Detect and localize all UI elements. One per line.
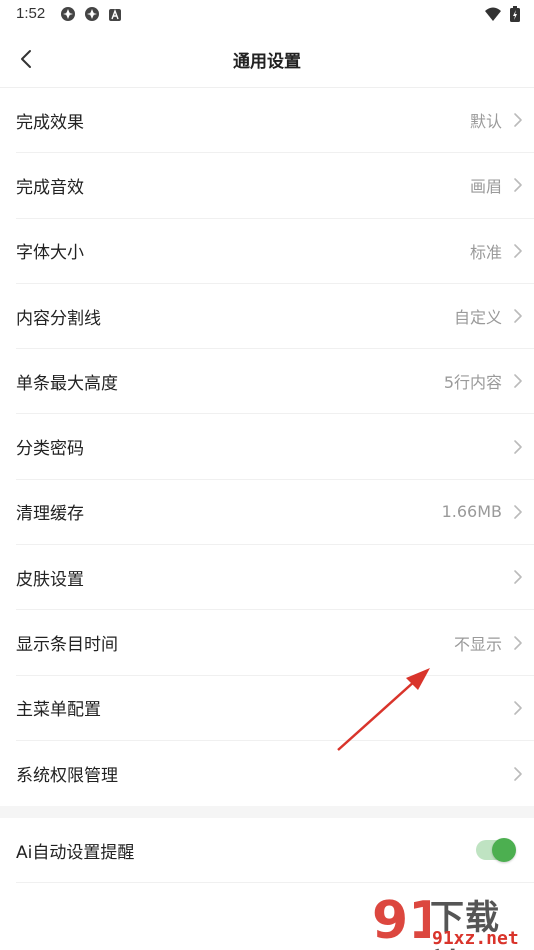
page-title: 通用设置 bbox=[233, 52, 301, 72]
toggle-knob bbox=[492, 838, 516, 862]
setting-label: Ai自动设置提醒 bbox=[16, 842, 135, 863]
chevron-right-icon bbox=[514, 374, 522, 389]
setting-row-system-permissions[interactable]: 系统权限管理 bbox=[16, 741, 534, 806]
battery-charging-icon bbox=[510, 6, 520, 26]
ai-reminder-toggle[interactable] bbox=[476, 838, 516, 862]
setting-value: 5行内容 bbox=[443, 373, 502, 393]
setting-label: 完成音效 bbox=[16, 177, 84, 198]
chevron-right-icon bbox=[514, 178, 522, 193]
setting-label: 完成效果 bbox=[16, 112, 84, 133]
chevron-right-icon bbox=[514, 701, 522, 715]
setting-value: 自定义 bbox=[453, 308, 502, 328]
app-bar: 通用设置 bbox=[0, 30, 534, 88]
setting-row-ai-reminder: Ai自动设置提醒 bbox=[16, 818, 534, 883]
setting-label: 内容分割线 bbox=[16, 308, 101, 329]
settings-list: 完成效果 默认 完成音效 画眉 字体大小 标准 内容分割线 自定义 单条最大高度… bbox=[0, 88, 534, 806]
setting-row-skin-settings[interactable]: 皮肤设置 bbox=[16, 545, 534, 611]
setting-label: 显示条目时间 bbox=[16, 635, 118, 656]
setting-row-max-item-height[interactable]: 单条最大高度 5行内容 bbox=[16, 349, 534, 415]
setting-label: 单条最大高度 bbox=[16, 373, 118, 394]
status-system-icons bbox=[484, 6, 520, 26]
status-bar: 1:52 bbox=[0, 0, 534, 30]
watermark-91-icon: 91 bbox=[372, 891, 430, 948]
section-divider bbox=[0, 806, 534, 818]
chevron-right-icon bbox=[514, 439, 522, 454]
setting-row-main-menu-config[interactable]: 主菜单配置 bbox=[16, 676, 534, 741]
app-notification-icon bbox=[84, 6, 100, 26]
setting-label: 主菜单配置 bbox=[16, 700, 101, 721]
setting-row-completion-effect[interactable]: 完成效果 默认 bbox=[16, 88, 534, 154]
chevron-right-icon bbox=[514, 766, 522, 781]
setting-label: 分类密码 bbox=[16, 439, 84, 460]
setting-value: 1.66MB bbox=[441, 502, 502, 522]
setting-row-show-item-time[interactable]: 显示条目时间 不显示 bbox=[16, 610, 534, 676]
chevron-right-icon bbox=[514, 243, 522, 258]
chevron-right-icon bbox=[514, 505, 522, 519]
chevron-right-icon bbox=[514, 309, 522, 323]
setting-row-completion-sound[interactable]: 完成音效 画眉 bbox=[16, 153, 534, 219]
a-badge-icon bbox=[108, 7, 122, 26]
status-time: 1:52 bbox=[16, 5, 46, 22]
wifi-icon bbox=[484, 6, 502, 26]
chevron-right-icon bbox=[514, 570, 522, 585]
setting-label: 字体大小 bbox=[16, 243, 84, 264]
setting-value: 画眉 bbox=[469, 177, 502, 197]
setting-label: 系统权限管理 bbox=[16, 766, 118, 787]
watermark-logo: 91 下载站 91xz.net bbox=[370, 888, 534, 950]
setting-row-clear-cache[interactable]: 清理缓存 1.66MB bbox=[16, 480, 534, 546]
chevron-right-icon bbox=[514, 113, 522, 127]
chevron-right-icon bbox=[514, 635, 522, 650]
svg-text:91: 91 bbox=[372, 891, 430, 948]
setting-row-content-divider[interactable]: 内容分割线 自定义 bbox=[16, 284, 534, 350]
watermark-url: 91xz.net bbox=[432, 928, 519, 949]
status-notification-icons bbox=[60, 6, 122, 26]
app-notification-icon bbox=[60, 6, 76, 26]
setting-row-font-size[interactable]: 字体大小 标准 bbox=[16, 219, 534, 284]
setting-row-category-password[interactable]: 分类密码 bbox=[16, 414, 534, 480]
setting-value: 标准 bbox=[469, 242, 502, 262]
setting-label: 皮肤设置 bbox=[16, 569, 84, 590]
setting-label: 清理缓存 bbox=[16, 504, 84, 525]
setting-value: 不显示 bbox=[453, 634, 502, 654]
setting-value: 默认 bbox=[469, 112, 502, 132]
